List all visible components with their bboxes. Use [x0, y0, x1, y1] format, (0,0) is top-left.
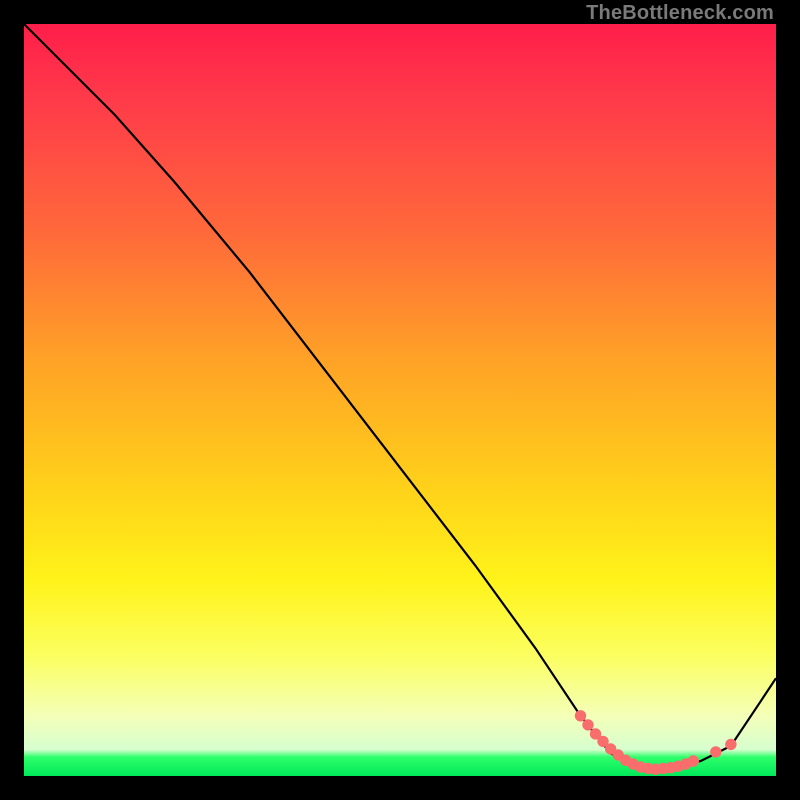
highlight-dot — [711, 747, 721, 757]
highlight-dot — [726, 739, 736, 749]
curve-layer — [24, 24, 776, 776]
highlight-dots — [575, 711, 736, 775]
highlight-dot — [575, 711, 585, 721]
chart-container: TheBottleneck.com — [0, 0, 800, 800]
bottleneck-curve — [24, 24, 776, 769]
highlight-dot — [688, 756, 698, 766]
attribution-text: TheBottleneck.com — [586, 2, 774, 25]
highlight-dot — [583, 720, 593, 730]
